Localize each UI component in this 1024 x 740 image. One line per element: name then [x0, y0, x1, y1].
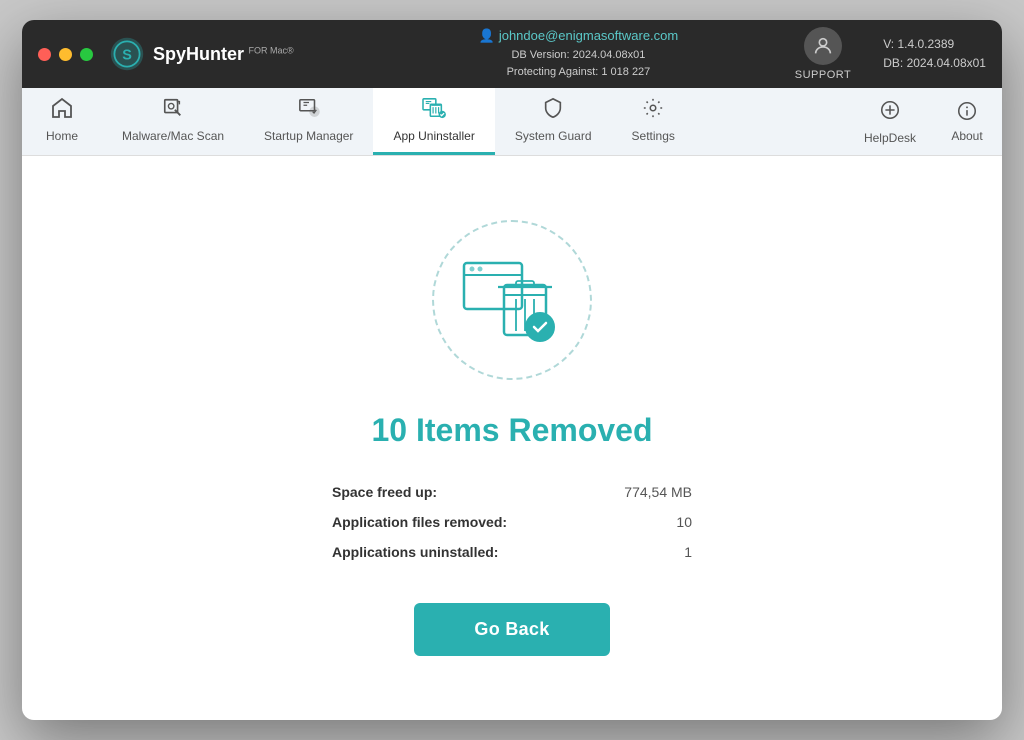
svg-text:S: S — [122, 47, 132, 63]
stat-row-files: Application files removed: 10 — [332, 507, 692, 537]
user-icon: 👤 — [479, 26, 495, 47]
nav-home-label: Home — [46, 129, 78, 143]
nav-spacer — [695, 88, 848, 155]
nav-settings[interactable]: Settings — [612, 88, 695, 155]
window-controls — [38, 48, 93, 61]
nav-about-label: About — [951, 129, 982, 143]
user-email: johndoe@enigmasoftware.com — [499, 26, 678, 47]
result-icon-container — [432, 220, 592, 380]
db-date: DB: 2024.04.08x01 — [883, 54, 986, 73]
shield-icon — [542, 97, 564, 125]
files-removed-label: Application files removed: — [332, 514, 507, 530]
nav-settings-label: Settings — [632, 129, 675, 143]
nav-guard-label: System Guard — [515, 129, 592, 143]
stat-row-space: Space freed up: 774,54 MB — [332, 477, 692, 507]
brand-logo-area: S SpyHunter FOR Mac® — [109, 36, 294, 72]
nav-app-uninstaller[interactable]: App Uninstaller — [373, 88, 494, 155]
db-version: DB Version: 2024.04.08x01 — [511, 47, 645, 65]
apps-uninstalled-value: 1 — [684, 544, 692, 560]
go-back-button[interactable]: Go Back — [414, 603, 609, 656]
nav-malware-scan[interactable]: Malware/Mac Scan — [102, 88, 244, 155]
nav-malware-label: Malware/Mac Scan — [122, 129, 224, 143]
nav-startup[interactable]: Startup Manager — [244, 88, 373, 155]
support-icon — [804, 27, 842, 65]
brand-suffix: FOR Mac® — [248, 45, 293, 55]
version-info: V: 1.4.0.2389 DB: 2024.04.08x01 — [883, 35, 986, 73]
nav-about[interactable]: About — [932, 88, 1002, 155]
nav-startup-label: Startup Manager — [264, 129, 353, 143]
uninstaller-icon — [421, 97, 447, 125]
space-freed-value: 774,54 MB — [624, 484, 692, 500]
nav-system-guard[interactable]: System Guard — [495, 88, 612, 155]
home-icon — [50, 97, 74, 125]
support-label: SUPPORT — [795, 69, 851, 81]
main-content: 10 Items Removed Space freed up: 774,54 … — [22, 156, 1002, 720]
header-user-info: 👤 johndoe@enigmasoftware.com DB Version:… — [479, 26, 679, 82]
version-number: V: 1.4.0.2389 — [883, 35, 986, 54]
stat-row-apps: Applications uninstalled: 1 — [332, 537, 692, 567]
scan-icon — [161, 97, 185, 125]
title-bar: S SpyHunter FOR Mac® 👤 johndoe@enigmasof… — [22, 20, 1002, 88]
support-button[interactable]: SUPPORT — [795, 27, 851, 81]
maximize-button[interactable] — [80, 48, 93, 61]
nav-helpdesk-label: HelpDesk — [864, 131, 916, 145]
close-button[interactable] — [38, 48, 51, 61]
app-window: S SpyHunter FOR Mac® 👤 johndoe@enigmasof… — [22, 20, 1002, 720]
apps-uninstalled-label: Applications uninstalled: — [332, 544, 498, 560]
nav-bar: Home Malware/Mac Scan — [22, 88, 1002, 156]
nav-helpdesk[interactable]: HelpDesk — [848, 88, 932, 155]
helpdesk-icon — [879, 99, 901, 127]
space-freed-label: Space freed up: — [332, 484, 437, 500]
uninstall-complete-icon — [462, 255, 562, 345]
minimize-button[interactable] — [59, 48, 72, 61]
protecting-count: Protecting Against: 1 018 227 — [507, 64, 651, 82]
nav-home[interactable]: Home — [22, 88, 102, 155]
result-title: 10 Items Removed — [371, 412, 652, 449]
brand-name: SpyHunter — [153, 44, 244, 64]
about-icon — [956, 100, 978, 125]
nav-uninstaller-label: App Uninstaller — [393, 129, 474, 143]
stats-table: Space freed up: 774,54 MB Application fi… — [332, 477, 692, 567]
startup-icon — [297, 97, 321, 125]
files-removed-value: 10 — [676, 514, 692, 530]
settings-icon — [642, 97, 664, 125]
spyhunter-logo-icon: S — [109, 36, 145, 72]
